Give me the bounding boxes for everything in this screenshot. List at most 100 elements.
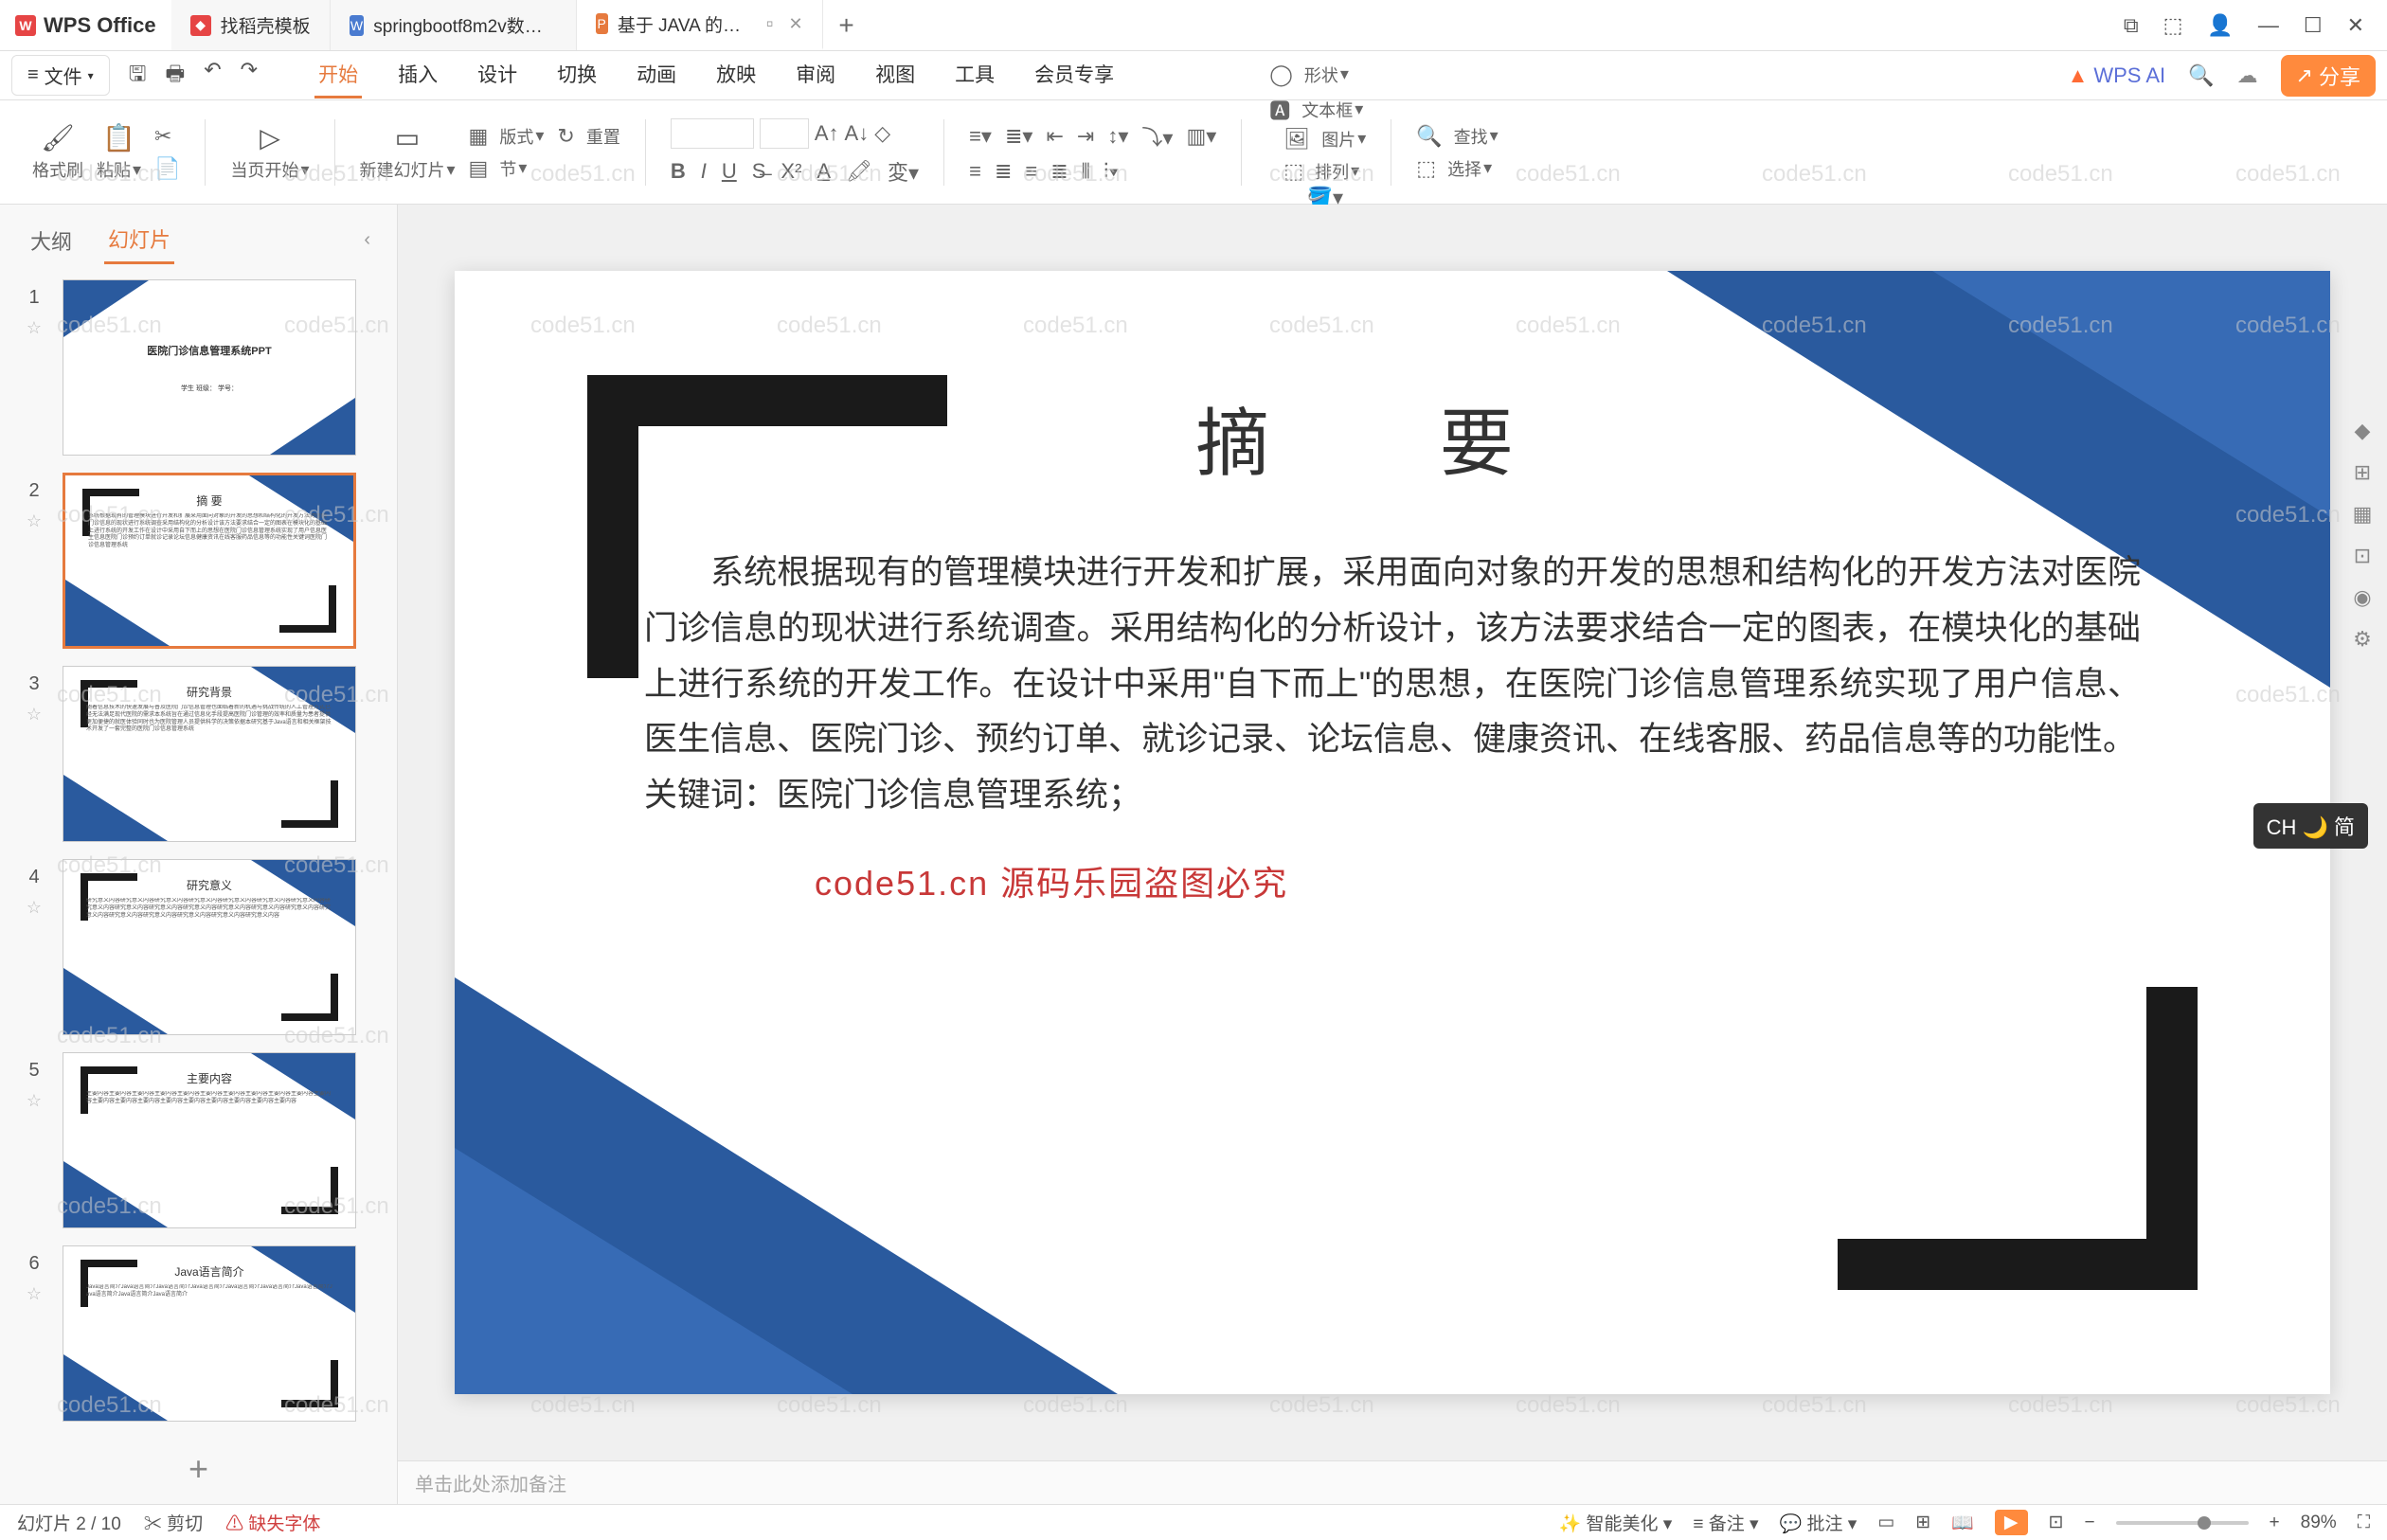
format-brush-button[interactable]: 🖌格式刷 <box>32 122 83 182</box>
avatar-icon[interactable]: 👤 <box>2207 13 2233 38</box>
decrease-font-icon[interactable]: A↓ <box>845 121 870 146</box>
thumbnail-4[interactable]: 研究意义 研究意义内容研究意义内容研究意义内容研究意义内容研究意义内容研究意义内… <box>63 859 356 1035</box>
underline-icon[interactable]: U <box>722 159 737 184</box>
select-icon[interactable]: ⬚ <box>1416 156 1436 181</box>
collapse-icon[interactable]: ‹ <box>364 229 370 251</box>
line-spacing-icon[interactable]: ↕▾ <box>1107 124 1128 149</box>
comments-toggle[interactable]: 💬 批注 ▾ <box>1780 1510 1858 1535</box>
menu-tools[interactable]: 工具 <box>951 52 998 98</box>
menu-transition[interactable]: 切换 <box>553 52 601 98</box>
reading-view-icon[interactable]: 📖 <box>1951 1512 1974 1534</box>
wps-ai-button[interactable]: ▲WPS AI <box>2068 63 2166 88</box>
rail-icon[interactable]: ⚙ <box>2353 627 2372 652</box>
font-size-select[interactable] <box>760 118 809 149</box>
font-color-icon[interactable]: A̲ <box>817 159 831 184</box>
rail-icon[interactable]: ⊞ <box>2354 460 2371 485</box>
slides-tab[interactable]: 幻灯片 <box>104 216 174 264</box>
star-icon[interactable]: ☆ <box>27 898 42 918</box>
increase-font-icon[interactable]: A↑ <box>815 121 839 146</box>
tab-doc[interactable]: W springbootf8m2v数据库文档.doc <box>331 0 577 50</box>
file-menu-button[interactable]: ≡ 文件 ▾ <box>11 55 110 96</box>
paste-button[interactable]: 📋粘贴 ▾ <box>97 122 141 182</box>
bold-icon[interactable]: B <box>671 159 686 184</box>
align-top-icon[interactable]: ⫶▾ <box>1104 159 1119 184</box>
textbox-icon[interactable]: 🅰 <box>1269 95 1290 125</box>
slide-counter[interactable]: 幻灯片 2 / 10 <box>17 1510 121 1535</box>
outline-tab[interactable]: 大纲 <box>27 218 76 263</box>
star-icon[interactable]: ☆ <box>27 318 42 338</box>
rail-icon[interactable]: ▦ <box>2353 502 2373 527</box>
add-tab-button[interactable]: + <box>823 0 870 50</box>
bullets-icon[interactable]: ≡▾ <box>969 124 992 149</box>
menu-insert[interactable]: 插入 <box>394 52 441 98</box>
star-icon[interactable]: ☆ <box>27 1284 42 1304</box>
slide-body[interactable]: 系统根据现有的管理模块进行开发和扩展，采用面向对象的开发的思想和结构化的开发方法… <box>644 546 2141 824</box>
new-slide-button[interactable]: ▭新建幻灯片 ▾ <box>360 122 456 182</box>
indent-left-icon[interactable]: ⇤ <box>1046 124 1063 149</box>
text-effect-icon[interactable]: 変▾ <box>888 156 919 187</box>
align-right-icon[interactable]: ≡ <box>1025 159 1037 184</box>
thumbnail-6[interactable]: Java语言简介 Java语言简介Java语言简介Java语言简介Java语言简… <box>63 1245 356 1422</box>
present-icon[interactable]: ⊡ <box>2049 1512 2064 1533</box>
normal-view-icon[interactable]: ▭ <box>1877 1512 1894 1533</box>
zoom-out-icon[interactable]: − <box>2084 1513 2094 1533</box>
star-icon[interactable]: ☆ <box>27 511 42 531</box>
close-window-icon[interactable]: ✕ <box>2347 13 2364 38</box>
find-icon[interactable]: 🔍 <box>1416 124 1442 149</box>
tab-ppt-active[interactable]: P 基于 JAVA 的医院门诊信息管 ▫ ✕ <box>577 0 823 50</box>
minimize-icon[interactable]: — <box>2258 13 2279 38</box>
menu-review[interactable]: 审阅 <box>792 52 839 98</box>
undo-icon[interactable]: ↶ <box>204 58 221 94</box>
maximize-icon[interactable]: ☐ <box>2304 13 2323 38</box>
font-warning[interactable]: ⚠ 缺失字体 <box>225 1510 320 1535</box>
font-family-select[interactable] <box>671 118 754 149</box>
sorter-view-icon[interactable]: ⊞ <box>1915 1512 1930 1533</box>
cloud-icon[interactable]: ☁ <box>2237 63 2258 88</box>
beautify-button[interactable]: ✨ 智能美化 ▾ <box>1559 1510 1673 1535</box>
highlight-icon[interactable]: 🖍 <box>846 159 872 184</box>
clear-format-icon[interactable]: ◇ <box>874 121 890 146</box>
section-icon[interactable]: ▤ <box>469 156 489 181</box>
slide-title[interactable]: 摘 要 <box>1195 385 1589 491</box>
search-icon[interactable]: 🔍 <box>2188 63 2214 88</box>
share-button[interactable]: ↗ 分享 <box>2281 55 2376 97</box>
cut-icon[interactable]: ✂ <box>154 124 180 149</box>
star-icon[interactable]: ☆ <box>27 1091 42 1111</box>
tab-menu-icon[interactable]: ▫ <box>766 11 774 36</box>
star-icon[interactable]: ☆ <box>27 705 42 725</box>
reset-icon[interactable]: ↻ <box>557 124 574 149</box>
menu-design[interactable]: 设计 <box>474 52 521 98</box>
numbering-icon[interactable]: ≣▾ <box>1005 124 1032 149</box>
align-justify-icon[interactable]: ≣ <box>1050 159 1068 184</box>
text-direction-icon[interactable]: ⤵▾ <box>1141 121 1173 152</box>
shapes-icon[interactable]: ◯ <box>1269 63 1293 87</box>
menu-view[interactable]: 视图 <box>871 52 919 98</box>
thumbnail-2[interactable]: 摘 要 系统根据现有的管理模块进行开发和扩展采用面向对象的开发的思想和结构化的开… <box>63 473 356 649</box>
rail-icon[interactable]: ⊡ <box>2354 544 2371 568</box>
notes-area[interactable]: 单击此处添加备注 <box>398 1460 2387 1504</box>
menu-slideshow[interactable]: 放映 <box>712 52 760 98</box>
copy-icon[interactable]: 📄 <box>154 156 180 181</box>
zoom-in-icon[interactable]: + <box>2270 1513 2280 1533</box>
close-icon[interactable]: ✕ <box>789 14 803 34</box>
align-left-icon[interactable]: ≡ <box>969 159 981 184</box>
windows-icon[interactable]: ⧉ <box>2124 13 2139 38</box>
menu-start[interactable]: 开始 <box>314 52 362 98</box>
arrange-icon[interactable]: ⬚ <box>1283 159 1303 184</box>
zoom-level[interactable]: 89% <box>2301 1513 2337 1533</box>
menu-vip[interactable]: 会员专享 <box>1031 52 1118 98</box>
strike-icon[interactable]: S̶ <box>752 159 766 184</box>
redo-icon[interactable]: ↷ <box>241 58 258 94</box>
thumbnail-1[interactable]: 医院门诊信息管理系统PPT 学生 班级： 学号： <box>63 279 356 456</box>
thumbnail-3[interactable]: 研究背景 随着信息技术的快速发展与普及医院门诊信息管理也面临着新的机遇与挑战传统… <box>63 666 356 842</box>
slideshow-icon[interactable]: ▶ <box>1995 1510 2028 1535</box>
italic-icon[interactable]: I <box>701 159 707 184</box>
pictures-icon[interactable]: 🖼 <box>1283 127 1310 152</box>
distribute-icon[interactable]: ⫴ <box>1082 159 1090 184</box>
superscript-icon[interactable]: X² <box>781 159 801 184</box>
add-slide-button[interactable]: + <box>188 1449 208 1489</box>
slide-canvas[interactable]: 摘 要 系统根据现有的管理模块进行开发和扩展，采用面向对象的开发的思想和结构化的… <box>455 271 2330 1394</box>
save-icon[interactable]: 🖫 <box>129 58 147 94</box>
thumbnail-5[interactable]: 主要内容 主要内容主要内容主要内容主要内容主要内容主要内容主要内容主要内容主要内… <box>63 1052 356 1228</box>
print-icon[interactable]: 🖶 <box>165 58 185 94</box>
